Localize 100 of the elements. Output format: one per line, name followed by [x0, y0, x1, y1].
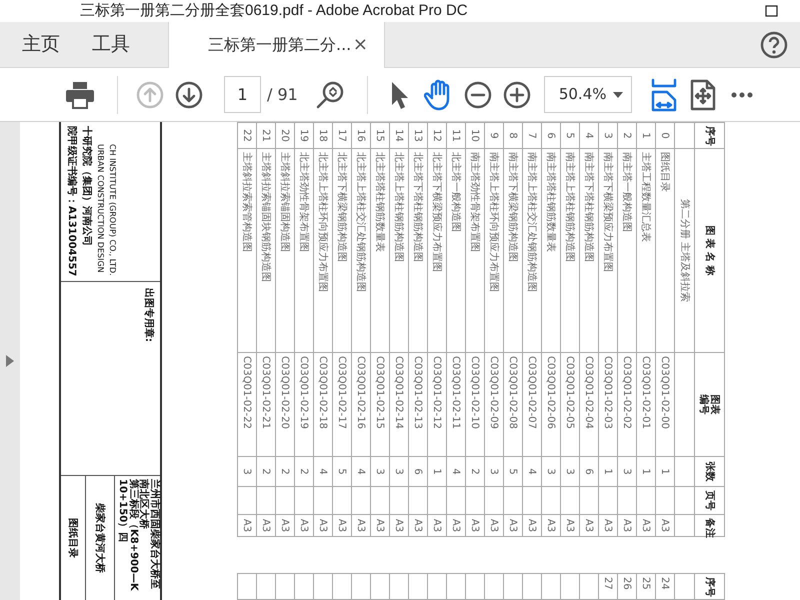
table-cell: 主塔斜拉索锚固块钢筋构造图	[256, 148, 276, 352]
page-number-field[interactable]: 1	[224, 76, 261, 113]
table-cell: A3	[352, 514, 370, 536]
expand-arrow-icon[interactable]	[6, 355, 14, 367]
section-heading: 第二分册 主塔及斜拉索	[674, 148, 694, 352]
table-cell: A3	[390, 514, 408, 536]
table-cell: A3	[580, 514, 598, 536]
table-cell: 5	[504, 456, 522, 486]
table-cell: C03Q01-02-14	[390, 352, 408, 456]
table-cell: C03Q01-02-02	[618, 352, 636, 456]
table-cell: C03Q01-02-07	[522, 352, 542, 456]
table-cell: 北主塔一般构造图	[446, 148, 466, 352]
table-cell: A3	[370, 514, 390, 536]
table-cell: C03Q01-02-08	[504, 352, 522, 456]
table-cell: 3	[484, 456, 504, 486]
table-cell: A3	[598, 514, 618, 536]
table-cell: A3	[256, 514, 276, 536]
nav-tab[interactable]: 主页	[6, 22, 76, 67]
table-cell: A3	[446, 514, 466, 536]
table-cell: 南主塔一般构造图	[618, 148, 636, 352]
table-cell: 2	[256, 456, 276, 486]
table-cell: 5	[332, 456, 352, 486]
table-cell: 1	[636, 122, 656, 148]
table-cell: C03Q01-02-03	[598, 352, 618, 456]
table-cell: 4	[446, 456, 466, 486]
table-cell: A3	[618, 514, 636, 536]
table-cell: 16	[352, 122, 370, 148]
column-header: 图 表 名 称	[694, 148, 724, 352]
help-icon[interactable]	[760, 30, 788, 58]
maximize-icon[interactable]	[765, 5, 778, 17]
table-cell: 10	[466, 122, 484, 148]
table-cell: 25	[636, 574, 656, 600]
table-cell: A3	[542, 514, 560, 536]
table-cell: C03Q01-02-00	[656, 352, 674, 456]
table-cell: 1	[428, 456, 446, 486]
company-text: URBAN CONSTRUCTION DESIGN	[95, 143, 105, 273]
column-header: 张数	[694, 456, 724, 486]
table-cell: 南主塔上塔柱环向预应力布置图	[484, 148, 504, 352]
table-cell: 13	[408, 122, 428, 148]
table-cell: C03Q01-02-06	[542, 352, 560, 456]
table-cell: 5	[560, 122, 580, 148]
bridge-name: 柴家台黄河大桥	[94, 503, 107, 573]
table-cell: 北主塔上塔柱钢筋构造图	[390, 148, 408, 352]
table-cell: C03Q01-02-01	[636, 352, 656, 456]
table-cell: A3	[314, 514, 332, 536]
table-cell: C03Q01-02-20	[276, 352, 294, 456]
table-cell: C03Q01-02-05	[560, 352, 580, 456]
table-cell: 主塔工程数量汇总表	[636, 148, 656, 352]
table-cell: 北主塔下横梁钢筋构造图	[332, 148, 352, 352]
column-header: 备注	[694, 514, 724, 536]
table-cell: 4	[522, 456, 542, 486]
table-cell: 3	[370, 456, 390, 486]
table-cell: 3	[390, 456, 408, 486]
table-cell: 3	[598, 122, 618, 148]
document-tab[interactable]: 三标第一册第二分...×	[168, 22, 385, 68]
table-cell: 20	[276, 122, 294, 148]
table-cell: 北主塔劲性骨架布置图	[294, 148, 314, 352]
table-cell: 南主塔下塔柱钢筋构造图	[580, 148, 598, 352]
table-cell: C03Q01-02-09	[484, 352, 504, 456]
zoom-dropdown[interactable]: 50.4%	[544, 76, 632, 113]
window-title: 三标第一册第二分册全套0619.pdf - Adobe Acrobat Pro DC	[80, 0, 468, 21]
table-cell: 南主塔劲性骨架布置图	[466, 148, 484, 352]
table-cell: 南主塔下横梁钢筋构造图	[504, 148, 522, 352]
table-cell: 1	[598, 456, 618, 486]
table-cell: 2	[466, 456, 484, 486]
close-icon[interactable]: ×	[352, 36, 368, 54]
table-cell: A3	[504, 514, 522, 536]
table-cell: C03Q01-02-12	[428, 352, 446, 456]
table-cell: A3	[238, 514, 256, 536]
table-cell: 1	[656, 456, 674, 486]
table-cell: A3	[408, 514, 428, 536]
company-text: 十研究院（集团）河南公司	[80, 126, 92, 246]
table-cell: 南主塔塔柱钢筋数量表	[542, 148, 560, 352]
table-cell: 主塔斜拉索锚固构造图	[276, 148, 294, 352]
nav-tab[interactable]: 工具	[76, 22, 146, 67]
table-cell: C03Q01-02-18	[314, 352, 332, 456]
table-cell: 2	[294, 456, 314, 486]
company-text: CH INSTITUTE (GROUP) CO., LTD.	[108, 143, 118, 276]
table-cell: 3	[542, 456, 560, 486]
table-cell: A3	[466, 514, 484, 536]
caret-icon	[612, 92, 623, 98]
table-cell: 北主塔下横梁预应力布置图	[428, 148, 446, 352]
table-cell: C03Q01-02-15	[370, 352, 390, 456]
table-cell: 27	[598, 574, 618, 600]
table-cell: A3	[560, 514, 580, 536]
table-cell: A3	[522, 514, 542, 536]
drawing-title: 图纸目录	[66, 518, 80, 558]
table-cell: C03Q01-02-13	[408, 352, 428, 456]
table-cell: 4	[580, 122, 598, 148]
table-cell: C03Q01-02-16	[352, 352, 370, 456]
table-cell: 图纸目录	[656, 148, 674, 352]
table-cell: A3	[294, 514, 314, 536]
table-cell: 6	[408, 456, 428, 486]
table-cell: 26	[618, 574, 636, 600]
table-cell: 18	[314, 122, 332, 148]
table-cell: C03Q01-02-11	[446, 352, 466, 456]
table-cell: 0	[656, 122, 674, 148]
column-header: 图表编号	[694, 352, 724, 456]
table-cell: 3	[618, 456, 636, 486]
column-header: 序号	[694, 122, 724, 148]
